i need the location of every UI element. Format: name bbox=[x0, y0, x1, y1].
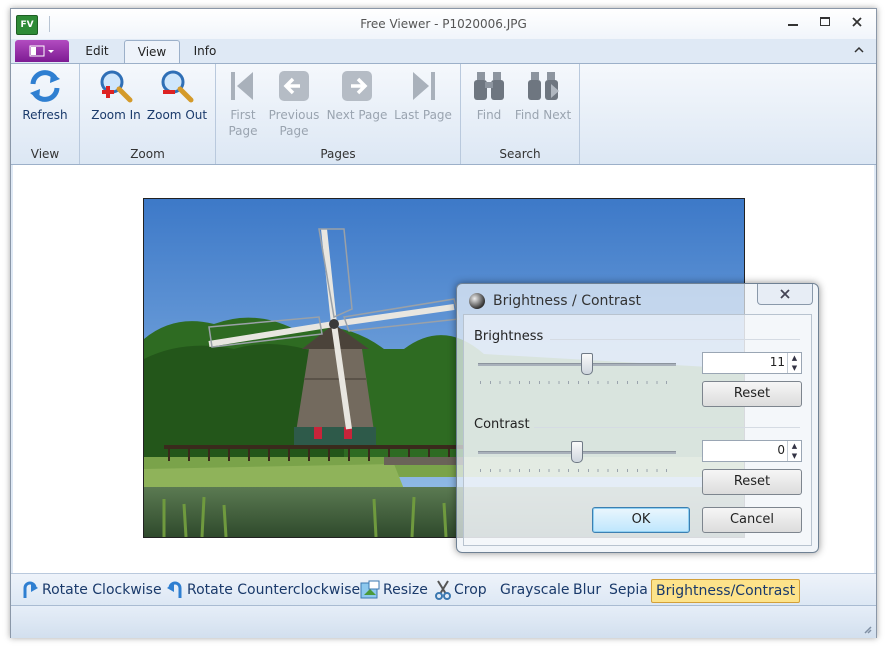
ok-button[interactable]: OK bbox=[592, 507, 690, 533]
zoom-in-button[interactable]: Zoom In bbox=[88, 68, 144, 123]
collapse-ribbon-button[interactable] bbox=[847, 41, 871, 59]
brightness-slider-ticks bbox=[480, 381, 676, 384]
group-view-caption: View bbox=[30, 147, 60, 161]
dialog-icon bbox=[469, 293, 485, 309]
brightness-label: Brightness bbox=[474, 329, 544, 344]
brightness-spin-buttons[interactable]: ▲ ▼ bbox=[787, 353, 801, 373]
grayscale-button[interactable]: Grayscale bbox=[500, 579, 570, 601]
find-next-label: Find Next bbox=[514, 108, 572, 122]
resize-button[interactable]: Resize bbox=[360, 579, 428, 601]
last-page-button[interactable]: Last Page bbox=[392, 68, 454, 123]
minimize-icon bbox=[788, 24, 798, 26]
contrast-value: 0 bbox=[777, 443, 785, 457]
first-page-label-1: First bbox=[230, 108, 256, 122]
group-zoom-caption: Zoom bbox=[130, 147, 165, 161]
rotate-clockwise-button[interactable]: Rotate Clockwise bbox=[21, 579, 162, 601]
group-pages: First Page Previous Page Next Page Last … bbox=[216, 64, 461, 164]
arrow-left-icon bbox=[279, 71, 309, 101]
first-page-icon bbox=[231, 72, 253, 100]
brightness-divider bbox=[550, 339, 800, 340]
tab-info[interactable]: Info bbox=[183, 40, 227, 62]
close-button[interactable] bbox=[845, 14, 869, 32]
contrast-slider-thumb[interactable] bbox=[571, 441, 583, 463]
group-pages-caption: Pages bbox=[320, 147, 356, 161]
find-label: Find bbox=[476, 108, 502, 122]
brightness-spinbox[interactable]: 11 ▲ ▼ bbox=[702, 352, 802, 374]
maximize-button[interactable] bbox=[813, 14, 837, 32]
contrast-reset-button[interactable]: Reset bbox=[702, 469, 802, 495]
blur-button[interactable]: Blur bbox=[573, 579, 601, 601]
zoom-in-label: Zoom In bbox=[91, 108, 141, 122]
rotate-counterclockwise-label: Rotate Counterclockwise bbox=[187, 582, 361, 598]
contrast-slider-ticks bbox=[480, 469, 676, 472]
previous-page-label-1: Previous bbox=[268, 108, 320, 122]
minimize-button[interactable] bbox=[781, 14, 805, 32]
zoom-out-button[interactable]: Zoom Out bbox=[146, 68, 208, 123]
brightness-slider-thumb[interactable] bbox=[580, 353, 593, 375]
brightness-slider-track[interactable] bbox=[478, 363, 676, 366]
brightness-reset-button[interactable]: Reset bbox=[702, 381, 802, 407]
scissors-icon bbox=[435, 580, 451, 600]
brightness-contrast-dialog: Brightness / Contrast Brightness 11 ▲ ▼ R… bbox=[456, 283, 819, 553]
rotate-clockwise-label: Rotate Clockwise bbox=[42, 582, 162, 598]
ribbon-tabs: Edit View Info bbox=[11, 39, 876, 63]
resize-icon bbox=[360, 580, 380, 599]
close-icon bbox=[852, 17, 862, 27]
binoculars-icon bbox=[474, 72, 504, 100]
refresh-button[interactable]: Refresh bbox=[21, 68, 69, 123]
last-page-icon bbox=[413, 72, 435, 100]
first-page-button[interactable]: First Page bbox=[220, 68, 266, 139]
contrast-spinbox[interactable]: 0 ▲ ▼ bbox=[702, 440, 802, 462]
app-menu-icon bbox=[29, 45, 54, 57]
rotate-clockwise-icon bbox=[23, 581, 38, 598]
brightness-value: 11 bbox=[769, 355, 785, 369]
zoom-out-icon bbox=[161, 70, 194, 103]
zoom-out-label: Zoom Out bbox=[146, 108, 208, 122]
next-page-label: Next Page bbox=[326, 108, 388, 122]
first-page-label-2: Page bbox=[228, 124, 258, 138]
crop-label: Crop bbox=[454, 582, 487, 598]
dialog-close-button[interactable] bbox=[757, 284, 813, 305]
dialog-title: Brightness / Contrast bbox=[493, 293, 642, 309]
next-page-button[interactable]: Next Page bbox=[326, 68, 388, 123]
group-zoom: Zoom In Zoom Out Zoom bbox=[80, 64, 216, 164]
group-view: Refresh View bbox=[11, 64, 80, 164]
maximize-icon bbox=[820, 17, 830, 26]
previous-page-button[interactable]: Previous Page bbox=[266, 68, 322, 139]
effects-bar: Rotate Clockwise Rotate Counterclockwise… bbox=[11, 573, 876, 606]
dialog-body: Brightness 11 ▲ ▼ Reset Contrast 0 ▲ ▼ Res… bbox=[463, 314, 812, 546]
tab-view[interactable]: View bbox=[124, 40, 180, 63]
last-page-label: Last Page bbox=[394, 108, 452, 122]
refresh-icon bbox=[30, 70, 60, 102]
cancel-button[interactable]: Cancel bbox=[702, 507, 802, 533]
arrow-right-icon bbox=[342, 71, 372, 101]
zoom-in-icon bbox=[100, 70, 133, 103]
rotate-counterclockwise-button[interactable]: Rotate Counterclockwise bbox=[166, 579, 360, 601]
app-menu-button[interactable] bbox=[15, 40, 69, 62]
ribbon: Refresh View Zoom In Zoom Out Zoom First… bbox=[11, 63, 876, 165]
contrast-spin-buttons[interactable]: ▲ ▼ bbox=[787, 441, 801, 461]
window-title: Free Viewer - P1020006.JPG bbox=[360, 17, 527, 31]
find-next-button[interactable]: Find Next bbox=[513, 68, 573, 123]
title-bar: FV Free Viewer - P1020006.JPG bbox=[11, 9, 876, 39]
crop-button[interactable]: Crop bbox=[435, 579, 487, 601]
resize-label: Resize bbox=[383, 582, 428, 598]
rotate-counterclockwise-icon bbox=[167, 581, 182, 598]
group-search-caption: Search bbox=[499, 147, 541, 161]
sepia-button[interactable]: Sepia bbox=[609, 579, 648, 601]
tab-edit[interactable]: Edit bbox=[75, 40, 119, 62]
contrast-divider bbox=[534, 427, 800, 428]
close-icon bbox=[780, 288, 790, 299]
brightness-contrast-button[interactable]: Brightness/Contrast bbox=[651, 579, 801, 603]
refresh-label: Refresh bbox=[22, 108, 68, 122]
resize-grip-icon[interactable] bbox=[862, 624, 872, 634]
find-next-icon bbox=[528, 72, 559, 100]
group-search: Find Find Next Search bbox=[461, 64, 580, 164]
find-button[interactable]: Find bbox=[469, 68, 509, 123]
previous-page-label-2: Page bbox=[279, 124, 309, 138]
contrast-label: Contrast bbox=[474, 417, 530, 432]
chevron-up-icon bbox=[854, 46, 864, 53]
status-bar bbox=[11, 605, 876, 638]
